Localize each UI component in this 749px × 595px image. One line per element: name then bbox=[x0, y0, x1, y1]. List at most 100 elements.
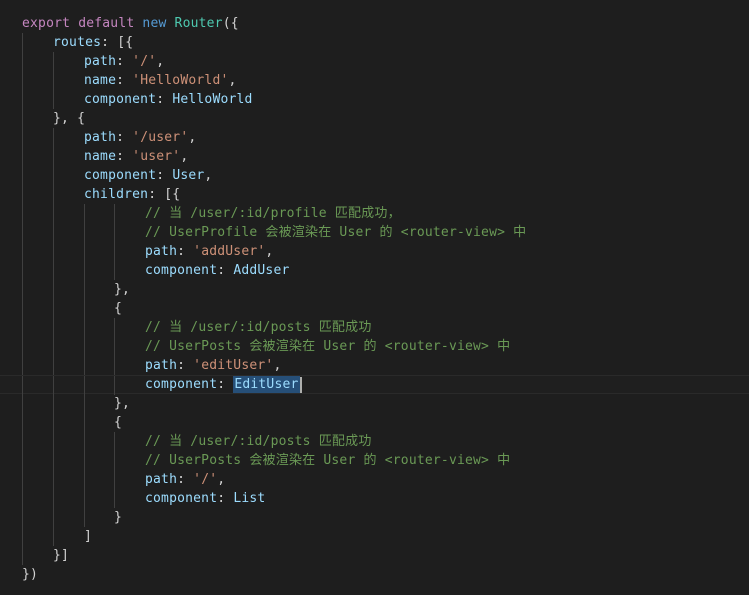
code-token: name bbox=[84, 149, 117, 164]
indent-guide bbox=[84, 470, 85, 489]
code-token: 'HelloWorld' bbox=[132, 73, 229, 88]
indent-guide bbox=[22, 508, 23, 527]
code-line[interactable]: path: 'addUser', bbox=[0, 242, 749, 261]
indent-guide bbox=[114, 261, 115, 280]
code-line[interactable]: component: List bbox=[0, 489, 749, 508]
code-line[interactable]: // UserProfile 会被渲染在 User 的 <router-view… bbox=[0, 223, 749, 242]
code-text: // UserProfile 会被渲染在 User 的 <router-view… bbox=[145, 223, 526, 242]
code-token: '/user' bbox=[132, 130, 189, 145]
code-line[interactable]: component: HelloWorld bbox=[0, 90, 749, 109]
indent-guide bbox=[114, 337, 115, 356]
code-line[interactable]: children: [{ bbox=[0, 185, 749, 204]
indent-guide bbox=[84, 223, 85, 242]
code-line[interactable]: name: 'HelloWorld', bbox=[0, 71, 749, 90]
code-token: HelloWorld bbox=[172, 92, 253, 107]
code-token: // UserProfile 会被渲染在 User 的 <router-view… bbox=[145, 225, 527, 240]
indent-guide bbox=[53, 261, 54, 280]
code-line[interactable]: // 当 /user/:id/posts 匹配成功 bbox=[0, 318, 749, 337]
code-line[interactable]: path: '/', bbox=[0, 52, 749, 71]
code-token: , bbox=[156, 54, 165, 69]
indent-guide bbox=[22, 185, 23, 204]
code-text: component: User, bbox=[84, 166, 212, 185]
code-line[interactable]: component: EditUser bbox=[0, 375, 749, 395]
code-token: // UserPosts 会被渲染在 User 的 <router-view> … bbox=[145, 339, 511, 354]
code-token: }, bbox=[114, 282, 131, 297]
code-line[interactable]: // 当 /user/:id/posts 匹配成功 bbox=[0, 432, 749, 451]
code-token: 'addUser' bbox=[193, 244, 266, 259]
indent-guide bbox=[53, 128, 54, 147]
code-token: : bbox=[217, 491, 234, 506]
indent-guide bbox=[22, 527, 23, 546]
indent-guide bbox=[53, 185, 54, 204]
indent-guide bbox=[22, 128, 23, 147]
indent-guide bbox=[53, 52, 54, 71]
code-token: , bbox=[228, 73, 237, 88]
indent-guide bbox=[22, 337, 23, 356]
indent-guide bbox=[53, 527, 54, 546]
indent-guide bbox=[114, 242, 115, 261]
code-editor[interactable]: export default new Router({routes: [{pat… bbox=[0, 0, 749, 595]
code-token: // 当 /user/:id/posts 匹配成功 bbox=[145, 320, 372, 335]
code-line[interactable]: routes: [{ bbox=[0, 33, 749, 52]
code-text: path: '/user', bbox=[84, 128, 196, 147]
code-line[interactable]: // UserPosts 会被渲染在 User 的 <router-view> … bbox=[0, 451, 749, 470]
indent-guide bbox=[84, 451, 85, 470]
code-line[interactable]: }, bbox=[0, 280, 749, 299]
indent-guide bbox=[84, 356, 85, 375]
code-text: name: 'HelloWorld', bbox=[84, 71, 237, 90]
indent-guide bbox=[22, 376, 23, 395]
code-text: component: HelloWorld bbox=[84, 90, 253, 109]
code-token: : bbox=[217, 263, 234, 278]
code-line[interactable]: ] bbox=[0, 527, 749, 546]
code-text: // 当 /user/:id/profile 匹配成功， bbox=[145, 204, 401, 223]
code-token: // UserPosts 会被渲染在 User 的 <router-view> … bbox=[145, 453, 511, 468]
code-token: }, bbox=[114, 396, 131, 411]
indent-guide bbox=[22, 109, 23, 128]
code-line[interactable]: path: 'editUser', bbox=[0, 356, 749, 375]
code-line[interactable]: } bbox=[0, 508, 749, 527]
code-text: }) bbox=[22, 565, 38, 584]
code-text: { bbox=[114, 413, 122, 432]
code-line[interactable]: component: User, bbox=[0, 166, 749, 185]
indent-guide bbox=[84, 394, 85, 413]
indent-guide bbox=[22, 451, 23, 470]
code-line[interactable]: { bbox=[0, 413, 749, 432]
code-token: , bbox=[204, 168, 213, 183]
code-line[interactable]: { bbox=[0, 299, 749, 318]
indent-guide bbox=[53, 318, 54, 337]
indent-guide bbox=[22, 242, 23, 261]
code-token: : bbox=[177, 358, 194, 373]
indent-guide bbox=[22, 432, 23, 451]
code-line[interactable]: path: '/user', bbox=[0, 128, 749, 147]
code-line[interactable]: // UserPosts 会被渲染在 User 的 <router-view> … bbox=[0, 337, 749, 356]
indent-guide bbox=[53, 489, 54, 508]
code-token: : bbox=[156, 92, 173, 107]
code-token: component bbox=[145, 491, 218, 506]
code-token: : bbox=[156, 168, 173, 183]
code-line[interactable]: export default new Router({ bbox=[0, 14, 749, 33]
code-text: children: [{ bbox=[84, 185, 180, 204]
code-token: { bbox=[114, 415, 123, 430]
code-token: Router bbox=[174, 16, 223, 31]
indent-guide bbox=[22, 147, 23, 166]
code-line[interactable]: component: AddUser bbox=[0, 261, 749, 280]
code-text: // 当 /user/:id/posts 匹配成功 bbox=[145, 318, 372, 337]
code-line[interactable]: }, { bbox=[0, 109, 749, 128]
code-line[interactable]: name: 'user', bbox=[0, 147, 749, 166]
indent-guide bbox=[53, 71, 54, 90]
indent-guide bbox=[22, 356, 23, 375]
code-token: : bbox=[177, 472, 194, 487]
code-token: component bbox=[145, 377, 218, 392]
code-text: component: EditUser bbox=[145, 376, 302, 393]
code-token: path bbox=[84, 54, 117, 69]
code-line[interactable]: }) bbox=[0, 565, 749, 584]
code-text: { bbox=[114, 299, 122, 318]
code-token: , bbox=[273, 358, 282, 373]
code-line[interactable]: }, bbox=[0, 394, 749, 413]
code-token: 'user' bbox=[132, 149, 181, 164]
code-line[interactable]: }] bbox=[0, 546, 749, 565]
code-line[interactable]: // 当 /user/:id/profile 匹配成功， bbox=[0, 204, 749, 223]
code-text: name: 'user', bbox=[84, 147, 188, 166]
code-line[interactable]: path: '/', bbox=[0, 470, 749, 489]
